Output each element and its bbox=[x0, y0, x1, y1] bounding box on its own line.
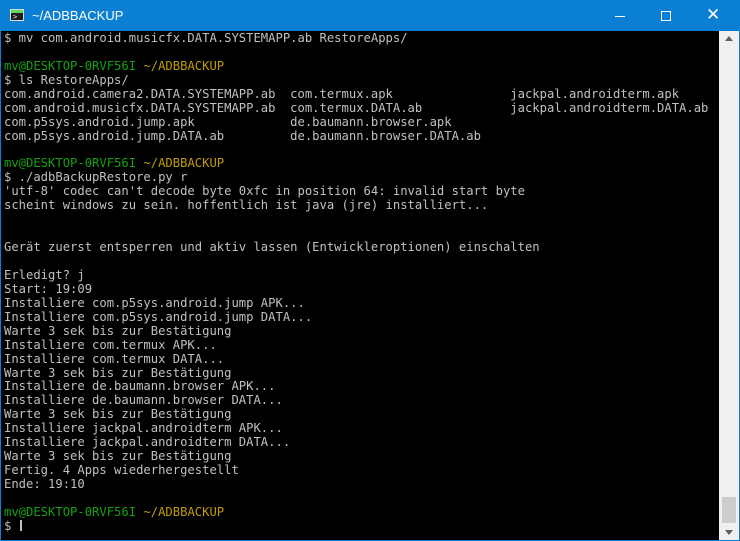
close-button[interactable]: ✕ bbox=[689, 1, 739, 31]
minimize-icon bbox=[615, 16, 625, 17]
line-text: Installiere de.baumann.browser APK... bbox=[4, 379, 276, 394]
line-text: Warte 3 sek bis zur Bestätigung bbox=[4, 449, 232, 464]
scroll-up-button[interactable] bbox=[719, 31, 739, 47]
line-text: com.android.camera2.DATA.SYSTEMAPP.ab co… bbox=[4, 86, 680, 101]
output-line: Fertig. 4 Apps wiederhergestellt bbox=[4, 463, 708, 478]
prompt-line: mv@DESKTOP-0RVF56I ~/ADBBACKUP bbox=[4, 58, 708, 74]
close-icon: ✕ bbox=[706, 5, 721, 25]
scroll-down-button[interactable] bbox=[719, 524, 739, 540]
prompt-path: ~/ADBBACKUP bbox=[143, 58, 225, 73]
line-text: 'utf-8' codec can't decode byte 0xfc in … bbox=[4, 184, 525, 199]
output-line: $ ls RestoreApps/ bbox=[4, 72, 708, 88]
line-text: Ende: 19:10 bbox=[4, 477, 85, 491]
prompt-user-host: mv@DESKTOP-0RVF56I bbox=[4, 156, 137, 171]
line-text: Erledigt? j bbox=[4, 267, 85, 282]
app-icon-prompt: >_ bbox=[13, 13, 22, 21]
scrollbar-thumb[interactable] bbox=[722, 497, 736, 523]
line-text: com.p5sys.android.jump.apk de.baumann.br… bbox=[4, 114, 452, 129]
output-line: Installiere com.p5sys.android.jump DATA.… bbox=[4, 309, 708, 325]
scroll-down-arrow-icon bbox=[725, 530, 733, 535]
output-line: Start: 19:09 bbox=[4, 281, 708, 297]
scroll-up-arrow-icon bbox=[725, 36, 733, 41]
line-text: $ mv com.android.musicfx.DATA.SYSTEMAPP.… bbox=[4, 31, 408, 45]
line-text: com.android.musicfx.DATA.SYSTEMAPP.ab co… bbox=[4, 100, 709, 115]
output-line: Installiere de.baumann.browser DATA... bbox=[4, 393, 708, 408]
terminal-window: >_ ~/ADBBACKUP ✕ $ mv com.android.musicf… bbox=[0, 0, 740, 541]
line-text: Installiere de.baumann.browser DATA... bbox=[4, 393, 283, 408]
output-line: Installiere de.baumann.browser APK... bbox=[4, 379, 708, 394]
prompt-path: ~/ADBBACKUP bbox=[143, 504, 225, 519]
output-line: $ ./adbBackupRestore.py r bbox=[4, 170, 708, 185]
prompt-line: mv@DESKTOP-0RVF56I ~/ADBBACKUP bbox=[4, 156, 708, 171]
terminal-output[interactable]: $ mv com.android.musicfx.DATA.SYSTEMAPP.… bbox=[1, 31, 719, 540]
line-text: Installiere com.p5sys.android.jump DATA.… bbox=[4, 309, 313, 324]
output-line: Gerät zuerst entsperren und aktiv lassen… bbox=[4, 240, 708, 255]
text-cursor bbox=[19, 519, 22, 531]
line-text: $ ls RestoreApps/ bbox=[4, 72, 129, 87]
minimize-button[interactable] bbox=[597, 1, 643, 31]
line-text: Gerät zuerst entsperren und aktiv lassen… bbox=[4, 240, 540, 255]
line-text: Warte 3 sek bis zur Bestätigung bbox=[4, 407, 232, 422]
output-line: scheint windows zu sein. hoffentlich ist… bbox=[4, 198, 708, 213]
title-bar[interactable]: >_ ~/ADBBACKUP ✕ bbox=[1, 1, 739, 31]
output-line: Installiere jackpal.androidterm APK... bbox=[4, 421, 708, 436]
output-line: Warte 3 sek bis zur Bestätigung bbox=[4, 323, 708, 339]
line-text: Installiere com.p5sys.android.jump APK..… bbox=[4, 295, 305, 310]
output-line: Installiere jackpal.androidterm DATA... bbox=[4, 435, 708, 450]
output-line: com.android.musicfx.DATA.SYSTEMAPP.ab co… bbox=[4, 100, 709, 116]
output-line: com.p5sys.android.jump.DATA.ab de.bauman… bbox=[4, 128, 708, 144]
line-text: $ ./adbBackupRestore.py r bbox=[4, 170, 188, 185]
line-text: scheint windows zu sein. hoffentlich ist… bbox=[4, 198, 489, 213]
line-text: Installiere com.termux APK... bbox=[4, 337, 217, 352]
output-line: Erledigt? j bbox=[4, 267, 708, 283]
prompt-user-host: mv@DESKTOP-0RVF56I bbox=[4, 58, 137, 73]
line-text: Installiere jackpal.androidterm APK... bbox=[4, 421, 283, 436]
prompt-line: mv@DESKTOP-0RVF56I ~/ADBBACKUP bbox=[4, 504, 708, 520]
output-line: Warte 3 sek bis zur Bestätigung bbox=[4, 407, 708, 422]
output-line: Installiere com.termux DATA... bbox=[4, 351, 708, 367]
line-text: $ bbox=[4, 518, 19, 533]
line-text: Fertig. 4 Apps wiederhergestellt bbox=[4, 463, 239, 478]
output-line: Ende: 19:10 bbox=[4, 477, 708, 492]
line-text: Warte 3 sek bis zur Bestätigung bbox=[4, 365, 232, 380]
output-line: com.android.camera2.DATA.SYSTEMAPP.ab co… bbox=[4, 86, 708, 102]
terminal-lines: $ mv com.android.musicfx.DATA.SYSTEMAPP.… bbox=[4, 31, 709, 534]
maximize-icon bbox=[661, 11, 671, 21]
line-text: com.p5sys.android.jump.DATA.ab de.bauman… bbox=[4, 128, 481, 143]
window-title: ~/ADBBACKUP bbox=[32, 8, 124, 23]
line-text: Warte 3 sek bis zur Bestätigung bbox=[4, 323, 232, 338]
vertical-scrollbar[interactable] bbox=[719, 31, 739, 540]
line-text: Start: 19:09 bbox=[4, 281, 93, 296]
prompt-path: ~/ADBBACKUP bbox=[143, 156, 225, 171]
output-line: Installiere com.p5sys.android.jump APK..… bbox=[4, 295, 708, 311]
output-line: $ mv com.android.musicfx.DATA.SYSTEMAPP.… bbox=[4, 31, 708, 46]
output-line: com.p5sys.android.jump.apk de.baumann.br… bbox=[4, 114, 708, 130]
prompt-user-host: mv@DESKTOP-0RVF56I bbox=[4, 504, 137, 519]
output-line: Warte 3 sek bis zur Bestätigung bbox=[4, 449, 708, 464]
output-line: Installiere com.termux APK... bbox=[4, 337, 708, 353]
output-line: 'utf-8' codec can't decode byte 0xfc in … bbox=[4, 184, 708, 199]
maximize-button[interactable] bbox=[643, 1, 689, 31]
output-line: $ bbox=[4, 518, 708, 534]
terminal-app-icon[interactable]: >_ bbox=[10, 9, 24, 21]
line-text: Installiere jackpal.androidterm DATA... bbox=[4, 435, 291, 450]
line-text: Installiere com.termux DATA... bbox=[4, 351, 225, 366]
output-line: Warte 3 sek bis zur Bestätigung bbox=[4, 365, 708, 381]
